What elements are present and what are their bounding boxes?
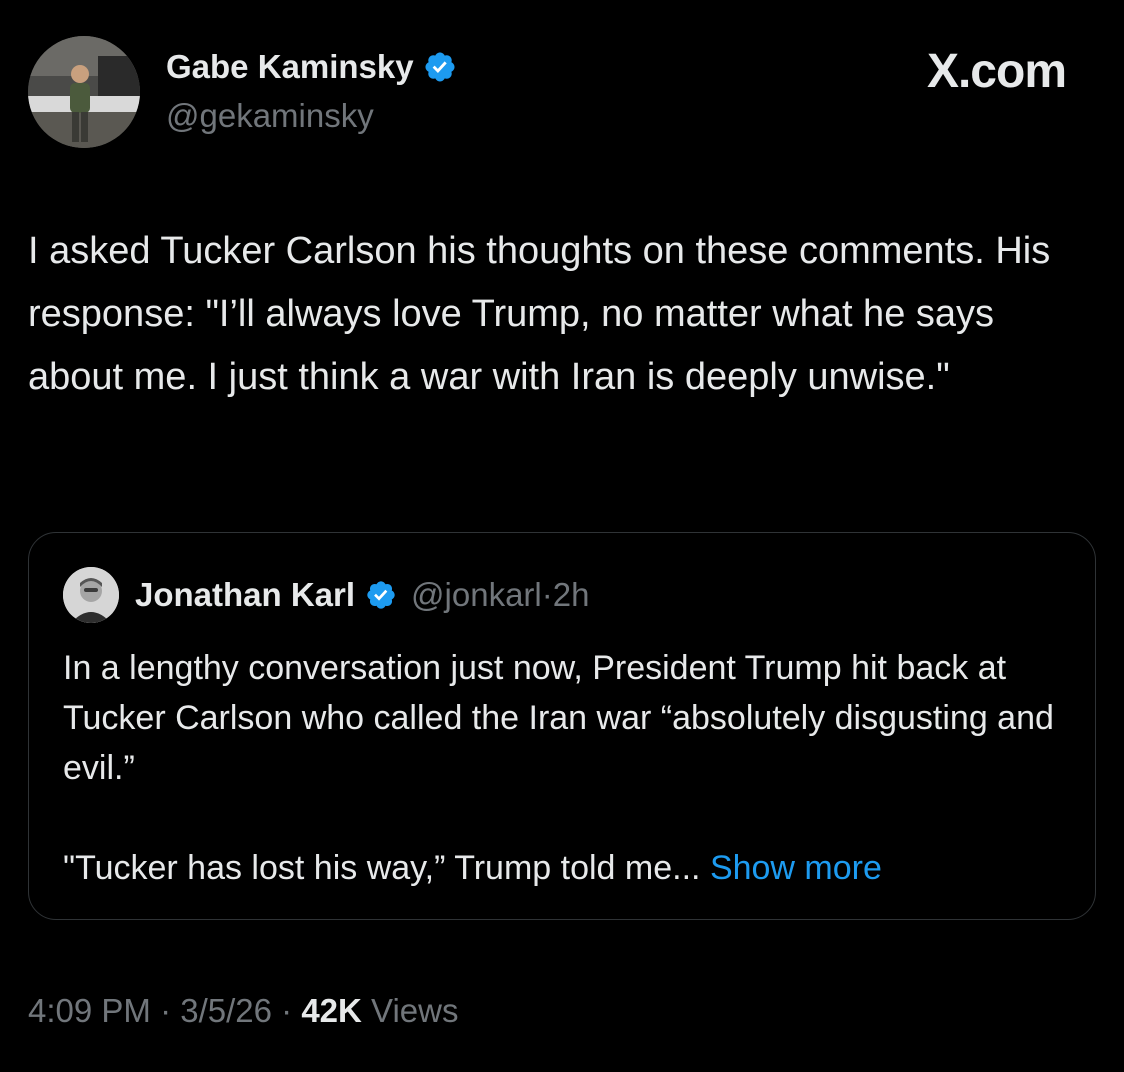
meta-separator: ·	[271, 992, 302, 1029]
tweet-text: I asked Tucker Carlson his thoughts on t…	[28, 230, 1051, 398]
quoted-timestamp[interactable]: 2h	[553, 576, 590, 614]
tweet-meta: 4:09 PM · 3/5/26 · 42K Views	[28, 992, 458, 1030]
views-count[interactable]: 42K	[301, 992, 362, 1029]
verified-badge-icon	[367, 581, 395, 609]
quoted-separator: ·	[541, 576, 553, 613]
quoted-paragraph-1: In a lengthy conversation just now, Pres…	[63, 649, 1054, 787]
quoted-tweet[interactable]: Jonathan Karl @jonkarl · 2h In a lengthy…	[28, 532, 1096, 920]
show-more-link[interactable]: Show more	[710, 849, 882, 887]
author-handle[interactable]: @gekaminsky	[166, 97, 374, 135]
quoted-paragraph-2-text: "Tucker has lost his way,” Trump told me…	[63, 849, 701, 887]
author-name[interactable]: Gabe Kaminsky	[166, 48, 414, 86]
meta-separator: ·	[150, 992, 181, 1029]
tweet-time[interactable]: 4:09 PM	[28, 992, 151, 1029]
quoted-tweet-header: Jonathan Karl @jonkarl · 2h	[63, 567, 589, 623]
quoted-paragraph-2: "Tucker has lost his way,” Trump told me…	[63, 843, 1063, 893]
author-name-row[interactable]: Gabe Kaminsky	[166, 48, 457, 86]
views-label: Views	[361, 992, 459, 1029]
quoted-author-avatar[interactable]	[63, 567, 119, 623]
author-avatar[interactable]	[28, 36, 140, 148]
brand-logo: X.com	[926, 45, 1067, 98]
tweet-date[interactable]: 3/5/26	[180, 992, 272, 1029]
verified-badge-icon	[425, 52, 455, 82]
quoted-author-name[interactable]: Jonathan Karl	[135, 576, 355, 614]
quoted-author-handle[interactable]: @jonkarl	[411, 576, 542, 614]
quoted-tweet-text: In a lengthy conversation just now, Pres…	[63, 643, 1063, 893]
